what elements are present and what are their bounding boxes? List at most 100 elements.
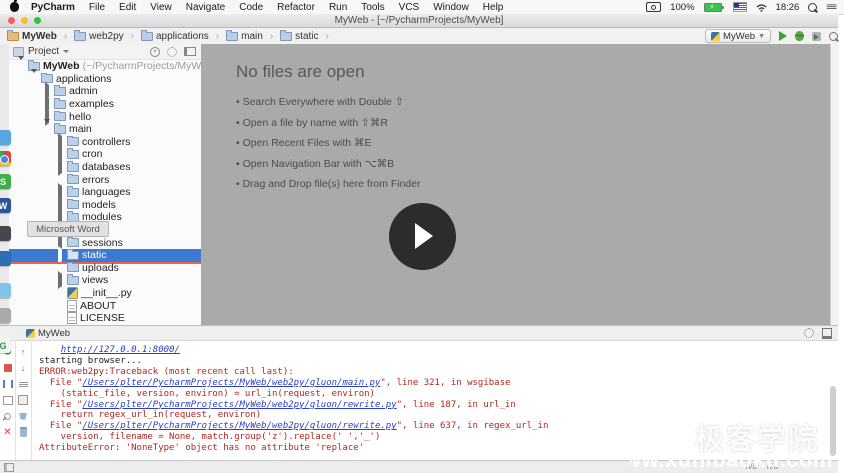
breadcrumb-item-applications[interactable]: applications› (141, 31, 219, 42)
run-button[interactable] (779, 31, 787, 41)
restore-layout-icon[interactable] (3, 396, 13, 405)
tree-item-cron[interactable]: cron (9, 148, 201, 161)
breadcrumb-item-static[interactable]: static › (280, 31, 329, 42)
console-link[interactable]: /Users/plter/PycharmProjects/MyWeb/web2p… (82, 400, 396, 410)
dock-icon-app-lightblue[interactable] (0, 283, 11, 298)
breadcrumb-label: static (295, 31, 318, 42)
clear-console-icon[interactable] (19, 413, 27, 420)
dock-icon-app-navy[interactable] (0, 251, 11, 266)
dock-tooltip: Microsoft Word (27, 221, 109, 237)
console-link[interactable]: http://127.0.0.1:8000/ (61, 345, 180, 355)
pin-tab-icon[interactable] (3, 411, 13, 421)
menu-item-tools[interactable]: Tools (361, 2, 384, 13)
chevron-right-icon[interactable] (57, 249, 65, 261)
run-configuration-select[interactable]: MyWeb ▼ (705, 29, 771, 43)
menu-item-file[interactable]: File (89, 2, 105, 13)
pause-output-icon[interactable] (3, 380, 13, 388)
tree-item-errors[interactable]: errors (9, 173, 201, 186)
menu-app-name[interactable]: PyCharm (31, 2, 75, 13)
dock-icon-word[interactable]: W (0, 198, 11, 213)
breadcrumb-item-main[interactable]: main› (226, 31, 273, 42)
tree-item-models[interactable]: models (9, 199, 201, 212)
input-source-flag-icon[interactable] (733, 2, 747, 12)
project-panel-header[interactable]: Project (9, 44, 201, 60)
dock-icon-chrome[interactable] (0, 151, 11, 166)
search-everywhere-icon[interactable] (829, 32, 838, 41)
dock-icon-app-green[interactable]: S (0, 174, 11, 189)
dock-icon-app-dark[interactable] (0, 226, 11, 241)
menu-item-help[interactable]: Help (483, 2, 504, 13)
chevron-down-icon[interactable] (31, 73, 39, 85)
menu-item-code[interactable]: Code (239, 2, 263, 13)
dock-icon-app-gray[interactable] (0, 308, 11, 323)
video-play-button[interactable] (389, 203, 456, 270)
chevron-down-icon[interactable] (44, 123, 52, 135)
window-title-bar[interactable]: MyWeb - [~/PycharmProjects/MyWeb] (0, 14, 838, 28)
console-link[interactable]: /Users/plter/PycharmProjects/MyWeb/web2p… (82, 421, 396, 431)
hide-panel-icon[interactable] (184, 47, 196, 56)
battery-icon[interactable]: ⚡ (704, 3, 724, 12)
dock-icon-app-g[interactable]: G (0, 338, 11, 353)
apple-logo-icon[interactable] (10, 2, 19, 12)
tree-item-hello[interactable]: hello (9, 110, 201, 123)
folder-icon (67, 175, 79, 184)
screen-recording-icon[interactable] (646, 2, 661, 12)
editor-scrollbar[interactable] (830, 44, 839, 325)
tree-item-main[interactable]: main (9, 123, 201, 136)
tree-item-myweb[interactable]: MyWeb(~/PycharmProjects/MyWeb) (9, 60, 201, 73)
breadcrumb-separator: › (326, 31, 329, 42)
menu-item-window[interactable]: Window (433, 2, 469, 13)
prev-trace-icon[interactable]: ↑ (18, 347, 28, 357)
run-with-coverage-button[interactable] (812, 32, 821, 41)
chevron-down-icon[interactable] (18, 60, 26, 72)
console-output[interactable]: http://127.0.0.1:8000/starting browser..… (39, 345, 826, 457)
tree-item-license[interactable]: LICENSE (9, 312, 201, 325)
tree-item-languages[interactable]: languages (9, 186, 201, 199)
print-console-icon[interactable] (18, 395, 28, 405)
menu-clock: 18:26 (776, 2, 800, 13)
tree-item-__init__.py[interactable]: __init__.py (9, 287, 201, 300)
tree-item-about[interactable]: ABOUT (9, 299, 201, 312)
dock-icon-app-blue[interactable] (0, 130, 11, 145)
chevron-right-icon[interactable] (57, 161, 65, 173)
toolwindow-toggle-icon[interactable] (4, 463, 14, 472)
tree-item-applications[interactable]: applications (9, 73, 201, 86)
tree-item-sessions[interactable]: sessions (9, 236, 201, 249)
tree-item-examples[interactable]: examples (9, 98, 201, 111)
notification-center-icon[interactable]: ≡≡ (826, 2, 836, 13)
menu-item-edit[interactable]: Edit (119, 2, 136, 13)
gear-icon[interactable] (167, 47, 177, 57)
empty-state-tip: Open Navigation Bar with ⌥⌘B (236, 158, 421, 170)
run-tab-label: MyWeb (38, 328, 70, 339)
console-link[interactable]: /Users/plter/PycharmProjects/MyWeb/web2p… (82, 378, 380, 388)
tree-item-databases[interactable]: databases (9, 161, 201, 174)
spotlight-icon[interactable] (808, 3, 817, 12)
breadcrumb-item-web2py[interactable]: web2py› (74, 31, 134, 42)
tree-item-admin[interactable]: admin (9, 85, 201, 98)
run-tab[interactable]: MyWeb (26, 328, 70, 339)
menu-item-navigate[interactable]: Navigate (186, 2, 225, 13)
hide-console-icon[interactable] (822, 328, 832, 339)
scroll-from-source-icon[interactable] (150, 47, 160, 57)
close-console-icon[interactable]: ✕ (3, 427, 13, 437)
menu-item-run[interactable]: Run (329, 2, 347, 13)
breadcrumb-item-myweb[interactable]: MyWeb› (7, 31, 67, 42)
debug-button[interactable] (795, 31, 804, 41)
tree-item-uploads[interactable]: uploads (9, 262, 201, 275)
console-scrollbar-thumb[interactable] (830, 386, 836, 456)
chevron-right-icon[interactable] (57, 274, 65, 286)
console-settings-gear-icon[interactable] (804, 328, 814, 338)
stop-icon[interactable] (4, 364, 12, 372)
menu-item-refactor[interactable]: Refactor (277, 2, 315, 13)
breadcrumb-separator: › (270, 31, 273, 42)
menu-item-view[interactable]: View (150, 2, 172, 13)
soft-wrap-icon[interactable] (19, 381, 28, 388)
project-tree: MyWeb(~/PycharmProjects/MyWeb)applicatio… (9, 60, 201, 325)
wifi-icon[interactable] (756, 3, 767, 12)
trash-icon[interactable] (20, 427, 27, 437)
menu-item-vcs[interactable]: VCS (399, 2, 420, 13)
tree-item-controllers[interactable]: controllers (9, 136, 201, 149)
tree-item-views[interactable]: views (9, 274, 201, 287)
next-trace-icon[interactable]: ↓ (18, 363, 28, 373)
tree-item-static[interactable]: static (9, 249, 201, 262)
